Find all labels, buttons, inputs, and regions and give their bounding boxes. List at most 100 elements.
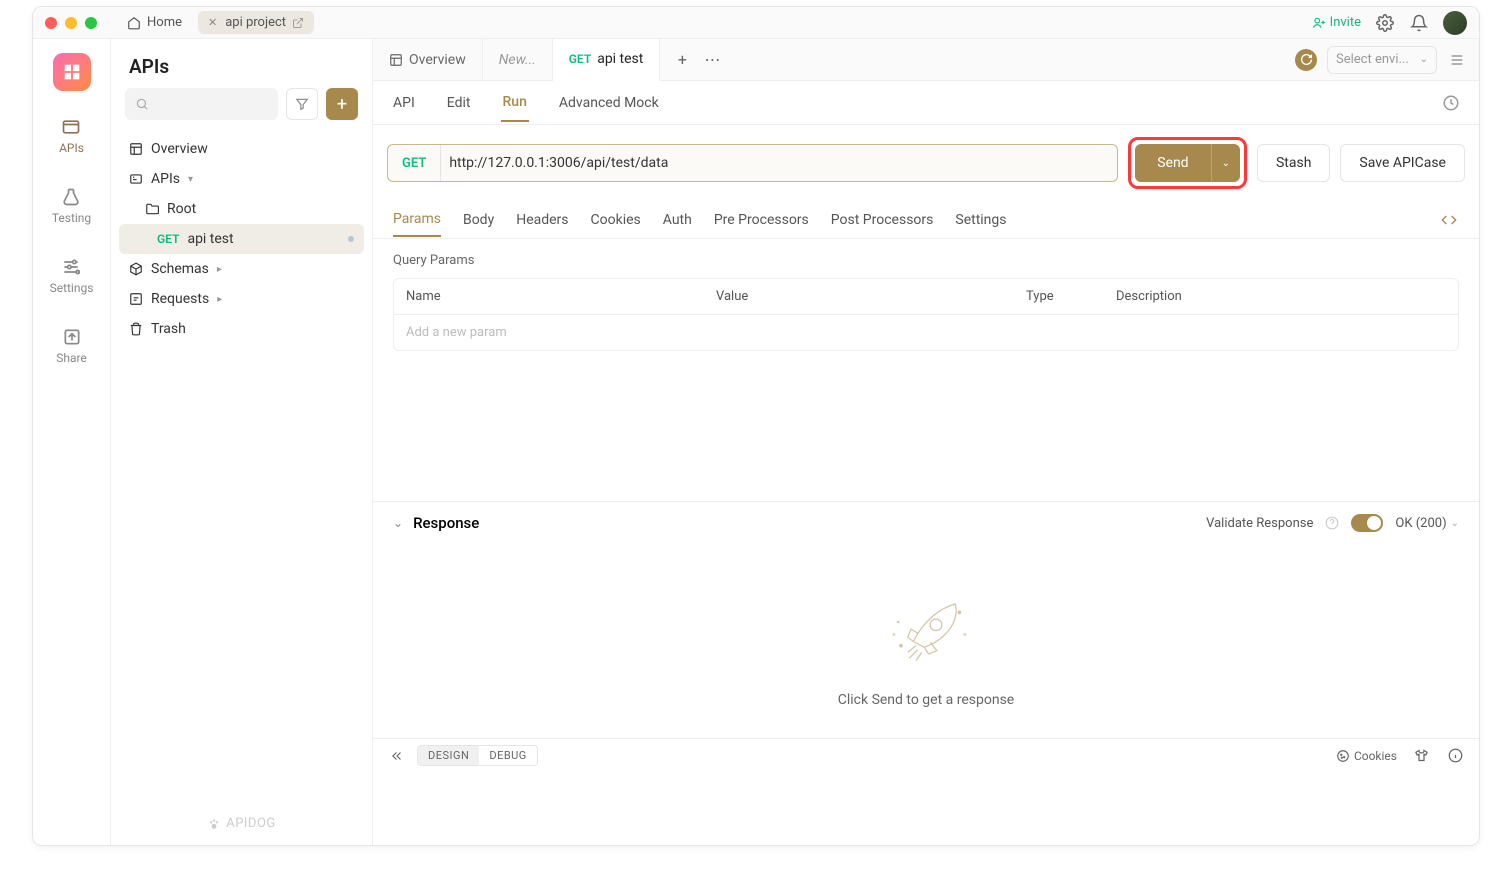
home-icon [127, 16, 141, 30]
minimize-window[interactable] [65, 17, 77, 29]
search-icon [135, 97, 149, 111]
query-section-label: Query Params [373, 239, 1479, 278]
invite-label: Invite [1330, 15, 1361, 30]
info-icon [1448, 748, 1463, 763]
sidebar: APIs + Overview APIs [111, 39, 373, 845]
tree-requests[interactable]: Requests ▸ [119, 284, 364, 314]
tree-apis[interactable]: APIs ▾ [119, 164, 364, 194]
seg-design[interactable]: DESIGN [418, 746, 479, 765]
rocket-icon [876, 584, 976, 674]
home-button[interactable]: Home [117, 11, 192, 34]
pt-cookies[interactable]: Cookies [591, 204, 641, 236]
mode-api[interactable]: API [391, 85, 417, 121]
method-select[interactable]: GET [388, 156, 440, 171]
nav-settings-label: Settings [50, 281, 94, 295]
mode-mock[interactable]: Advanced Mock [557, 85, 661, 121]
seg-debug[interactable]: DEBUG [479, 746, 536, 765]
pt-post[interactable]: Post Processors [831, 204, 934, 236]
nav-settings[interactable]: Settings [44, 251, 100, 301]
history-button[interactable] [1441, 93, 1461, 113]
nav-apis-label: APIs [59, 141, 84, 155]
nav-share[interactable]: Share [50, 321, 93, 371]
sidebar-title: APIs [111, 39, 372, 88]
tree-trash-label: Trash [151, 321, 186, 337]
add-param-row[interactable]: Add a new param [394, 315, 1458, 350]
testing-icon [61, 187, 81, 207]
maximize-window[interactable] [85, 17, 97, 29]
bell-icon [1410, 14, 1428, 32]
notifications-button[interactable] [1409, 13, 1429, 33]
tree-root-label: Root [167, 201, 196, 217]
tree-apitest-method: GET [157, 232, 179, 246]
close-window[interactable] [45, 17, 57, 29]
nav-share-label: Share [56, 351, 87, 365]
nav-testing[interactable]: Testing [46, 181, 97, 231]
user-avatar[interactable] [1443, 11, 1467, 35]
send-dropdown[interactable]: ⌄ [1211, 144, 1240, 182]
tree-overview[interactable]: Overview [119, 134, 364, 164]
tab-apitest[interactable]: GET api test [553, 39, 661, 81]
titlebar: Home ✕ api project Invite [33, 7, 1479, 39]
nav-apis[interactable]: APIs [53, 111, 90, 161]
cookies-label: Cookies [1354, 749, 1397, 763]
collapse-response[interactable]: ⌄ [393, 516, 403, 530]
code-button[interactable] [1439, 210, 1459, 230]
tree-schemas-label: Schemas [151, 261, 209, 277]
send-highlight: Send ⌄ [1128, 137, 1247, 189]
panel-menu-button[interactable] [1447, 50, 1467, 70]
collapse-bottombar[interactable] [387, 746, 407, 766]
pt-body[interactable]: Body [463, 204, 494, 236]
empty-text: Click Send to get a response [838, 692, 1014, 708]
close-tab-icon[interactable]: ✕ [208, 16, 217, 29]
environment-select[interactable]: Select envi... ⌄ [1327, 46, 1437, 74]
tshirt-icon [1414, 748, 1429, 763]
tree-trash[interactable]: Trash [119, 314, 364, 344]
tree-apitest[interactable]: GET api test [119, 224, 364, 254]
tshirt-button[interactable] [1411, 746, 1431, 766]
validate-toggle[interactable] [1351, 514, 1383, 532]
tab-new[interactable]: New... [483, 39, 553, 80]
home-label: Home [147, 15, 182, 30]
settings-button[interactable] [1375, 13, 1395, 33]
project-tab[interactable]: ✕ api project [198, 11, 314, 34]
save-apicase-button[interactable]: Save APICase [1340, 144, 1465, 182]
share-icon [62, 327, 82, 347]
help-icon[interactable] [1325, 516, 1339, 530]
tab-overview[interactable]: Overview [373, 39, 483, 80]
filter-button[interactable] [286, 88, 318, 120]
env-placeholder: Select envi... [1336, 52, 1409, 67]
pt-params[interactable]: Params [393, 203, 441, 237]
brand-footer: APIDOG [111, 802, 372, 845]
mode-run[interactable]: Run [501, 84, 529, 122]
send-button[interactable]: Send [1135, 144, 1210, 182]
tree-overview-label: Overview [151, 141, 208, 157]
search-input[interactable] [125, 88, 278, 120]
mode-edit[interactable]: Edit [445, 85, 473, 121]
overview-icon [129, 142, 143, 156]
tree-root[interactable]: Root [119, 194, 364, 224]
new-tab-button[interactable]: + [672, 50, 692, 70]
pt-pre[interactable]: Pre Processors [714, 204, 809, 236]
external-link-icon [292, 17, 304, 29]
pt-headers[interactable]: Headers [516, 204, 568, 236]
refresh-button[interactable] [1295, 49, 1317, 71]
status-select[interactable]: OK (200) ⌄ [1395, 516, 1459, 531]
pt-settings[interactable]: Settings [955, 204, 1006, 236]
add-button[interactable]: + [326, 88, 358, 120]
tree-schemas[interactable]: Schemas ▸ [119, 254, 364, 284]
info-button[interactable] [1445, 746, 1465, 766]
mode-segment: DESIGN DEBUG [417, 745, 538, 766]
url-input[interactable] [440, 145, 1117, 181]
brand-label: APIDOG [226, 816, 276, 831]
cookies-button[interactable]: Cookies [1336, 749, 1397, 763]
app-logo[interactable] [53, 53, 91, 91]
tree-requests-label: Requests [151, 291, 209, 307]
tab-menu-button[interactable]: ⋯ [702, 50, 722, 70]
stash-button[interactable]: Stash [1257, 144, 1330, 182]
tree-apitest-label: api test [187, 231, 233, 247]
validate-label: Validate Response [1206, 516, 1313, 531]
tree-apis-label: APIs [151, 171, 180, 187]
invite-button[interactable]: Invite [1312, 15, 1361, 30]
pt-auth[interactable]: Auth [663, 204, 692, 236]
folder-icon [145, 202, 159, 216]
